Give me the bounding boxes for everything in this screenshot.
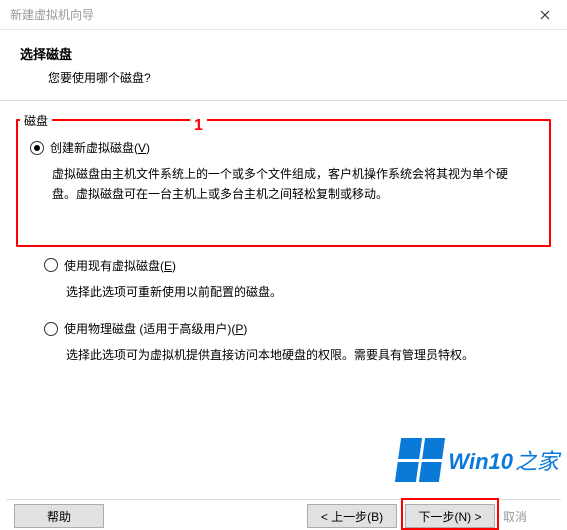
windows-logo-icon (395, 438, 445, 482)
watermark-text: Win10之家 (448, 444, 559, 476)
help-button[interactable]: 帮助 (14, 504, 104, 528)
option-existing-desc: 选择此选项可重新使用以前配置的磁盘。 (44, 278, 535, 316)
back-button[interactable]: < 上一步(B) (307, 504, 397, 528)
radio-label: 创建新虚拟磁盘(V) (50, 139, 150, 156)
disk-groupbox: 磁盘 1 创建新虚拟磁盘(V) 虚拟磁盘由主机文件系统上的一个或多个文件组成，客… (16, 119, 551, 247)
cancel-button-fragment[interactable]: 取消 (503, 504, 553, 528)
radio-create-new-disk[interactable]: 创建新虚拟磁盘(V) (30, 139, 537, 156)
page-subtitle: 您要使用哪个磁盘? (20, 69, 547, 86)
annotation-1: 1 (190, 117, 207, 135)
groupbox-label: 磁盘 (20, 112, 52, 129)
radio-icon (44, 258, 58, 272)
titlebar: 新建虚拟机向导 (0, 0, 567, 30)
content-area: 磁盘 1 创建新虚拟磁盘(V) 虚拟磁盘由主机文件系统上的一个或多个文件组成，客… (0, 101, 567, 390)
window-controls (522, 0, 567, 29)
radio-icon (30, 141, 44, 155)
wizard-header: 选择磁盘 您要使用哪个磁盘? (0, 30, 567, 101)
other-options: 使用现有虚拟磁盘(E) 选择此选项可重新使用以前配置的磁盘。 使用物理磁盘 (适… (16, 247, 551, 380)
option-create-desc: 虚拟磁盘由主机文件系统上的一个或多个文件组成，客户机操作系统会将其视为单个硬盘。… (30, 160, 537, 219)
wizard-footer: 帮助 < 上一步(B) 下一步(N) > 取消 (0, 498, 567, 530)
close-icon[interactable] (522, 0, 567, 29)
next-button-wrap: 下一步(N) > (405, 504, 495, 528)
page-title: 选择磁盘 (20, 44, 547, 63)
radio-icon (44, 322, 58, 336)
watermark: Win10之家 (398, 438, 559, 482)
next-button[interactable]: 下一步(N) > (405, 504, 495, 528)
radio-label: 使用物理磁盘 (适用于高级用户)(P) (64, 320, 247, 337)
radio-use-existing-disk[interactable]: 使用现有虚拟磁盘(E) (44, 257, 535, 274)
option-physical-desc: 选择此选项可为虚拟机提供直接访问本地硬盘的权限。需要具有管理员特权。 (44, 341, 535, 379)
window-title: 新建虚拟机向导 (10, 6, 94, 23)
radio-use-physical-disk[interactable]: 使用物理磁盘 (适用于高级用户)(P) (44, 320, 535, 337)
radio-label: 使用现有虚拟磁盘(E) (64, 257, 176, 274)
